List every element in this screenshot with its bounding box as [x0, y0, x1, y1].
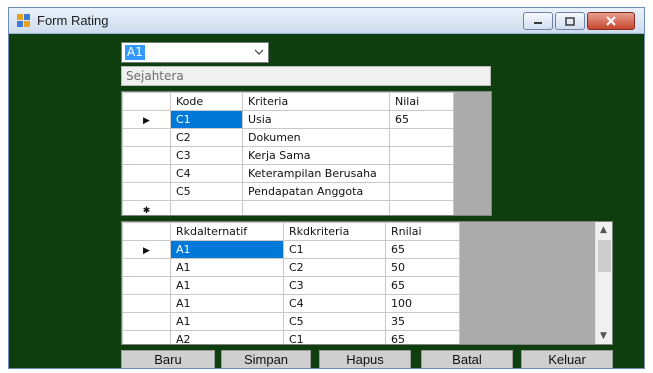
form-rating-window: Form Rating Kode Nama A1 Sejahtera Kode … — [8, 7, 645, 369]
table-cell[interactable]: 65 — [385, 240, 460, 259]
column-header-rnilai[interactable]: Rnilai — [385, 222, 460, 241]
minimize-icon — [534, 22, 542, 24]
table-cell[interactable]: Kerja Sama — [242, 146, 390, 165]
window-title: Form Rating — [37, 13, 109, 28]
table-cell[interactable] — [242, 200, 390, 215]
table-cell[interactable]: A1 — [170, 294, 284, 313]
nama-field[interactable]: Sejahtera — [121, 66, 491, 86]
column-header-kode[interactable]: Kode — [170, 92, 243, 111]
table-cell[interactable]: C5 — [170, 182, 243, 201]
table-row[interactable]: A2 C1 65 — [122, 330, 460, 344]
rating-header-row: Rkdalternatif Rkdkriteria Rnilai — [122, 222, 460, 241]
table-row[interactable]: A1 C4 100 — [122, 294, 460, 313]
table-row[interactable]: ▶ A1 C1 65 — [122, 240, 460, 259]
title-bar[interactable]: Form Rating — [9, 8, 644, 34]
close-button[interactable] — [587, 12, 635, 30]
table-cell[interactable]: Dokumen — [242, 128, 390, 147]
table-cell[interactable]: Keterampilan Berusaha — [242, 164, 390, 183]
table-cell[interactable] — [389, 200, 454, 215]
table-cell[interactable]: C3 — [283, 276, 386, 295]
row-header-corner[interactable] — [122, 222, 171, 241]
chevron-up-icon[interactable]: ▲ — [600, 225, 607, 235]
maximize-button[interactable] — [555, 12, 585, 30]
table-cell[interactable]: Pendapatan Anggota — [242, 182, 390, 201]
table-row[interactable]: C2 Dokumen — [122, 128, 454, 147]
scrollbar-thumb[interactable] — [598, 240, 611, 272]
table-cell[interactable]: C4 — [283, 294, 386, 313]
table-cell[interactable]: 65 — [385, 330, 460, 344]
table-cell[interactable]: C3 — [170, 146, 243, 165]
hapus-button[interactable]: Hapus — [319, 350, 411, 368]
keluar-button[interactable]: Keluar — [521, 350, 613, 368]
table-cell[interactable]: C1 — [170, 110, 243, 129]
table-cell[interactable] — [389, 164, 454, 183]
close-icon — [606, 16, 616, 26]
current-row-indicator[interactable]: ▶ — [122, 110, 171, 129]
table-row[interactable]: C3 Kerja Sama — [122, 146, 454, 165]
row-header[interactable] — [122, 182, 171, 201]
row-header[interactable] — [122, 258, 171, 277]
nama-label: Nama — [35, 68, 70, 83]
column-header-kriteria[interactable]: Kriteria — [242, 92, 390, 111]
table-cell[interactable] — [389, 182, 454, 201]
new-row[interactable]: ✱ — [122, 200, 454, 215]
table-cell[interactable]: 35 — [385, 312, 460, 331]
table-cell[interactable]: 100 — [385, 294, 460, 313]
chevron-down-icon[interactable]: ▼ — [600, 331, 607, 341]
table-row[interactable]: C5 Pendapatan Anggota — [122, 182, 454, 201]
table-cell[interactable]: C1 — [283, 330, 386, 344]
table-cell[interactable]: 50 — [385, 258, 460, 277]
table-cell[interactable]: A1 — [170, 276, 284, 295]
table-cell[interactable]: C5 — [283, 312, 386, 331]
column-header-rkdkriteria[interactable]: Rkdkriteria — [283, 222, 386, 241]
kode-combobox-value: A1 — [125, 45, 145, 60]
row-header[interactable] — [122, 128, 171, 147]
table-cell[interactable]: C2 — [170, 128, 243, 147]
form-icon — [17, 14, 31, 28]
table-cell[interactable]: A1 — [170, 312, 284, 331]
table-row[interactable]: A1 C5 35 — [122, 312, 460, 331]
table-cell[interactable]: 65 — [385, 276, 460, 295]
table-row[interactable]: ▶ C1 Usia 65 — [122, 110, 454, 129]
minimize-button[interactable] — [523, 12, 553, 30]
table-cell[interactable]: A1 — [170, 240, 284, 259]
batal-button[interactable]: Batal — [421, 350, 513, 368]
table-cell[interactable]: A2 — [170, 330, 284, 344]
table-cell[interactable]: Usia — [242, 110, 390, 129]
table-cell[interactable]: A1 — [170, 258, 284, 277]
chevron-down-icon[interactable] — [254, 48, 264, 56]
kriteria-grid[interactable]: Kode Kriteria Nilai ▶ C1 Usia 65 C2 Doku… — [121, 91, 492, 216]
row-header-corner[interactable] — [122, 92, 171, 111]
maximize-icon — [565, 16, 575, 26]
kriteria-table: Kode Kriteria Nilai ▶ C1 Usia 65 C2 Doku… — [122, 92, 454, 215]
simpan-button[interactable]: Simpan — [221, 350, 311, 368]
table-row[interactable]: A1 C3 65 — [122, 276, 460, 295]
new-row-icon[interactable]: ✱ — [122, 200, 171, 215]
table-cell[interactable]: C1 — [283, 240, 386, 259]
table-cell[interactable] — [389, 146, 454, 165]
table-cell[interactable]: C4 — [170, 164, 243, 183]
column-header-rkdalternatif[interactable]: Rkdalternatif — [170, 222, 284, 241]
table-row[interactable]: C4 Keterampilan Berusaha — [122, 164, 454, 183]
rating-table: Rkdalternatif Rkdkriteria Rnilai ▶ A1 C1… — [122, 222, 460, 344]
vertical-scrollbar[interactable]: ▲ ▼ — [595, 222, 612, 344]
table-cell[interactable]: 65 — [389, 110, 454, 129]
current-row-indicator[interactable]: ▶ — [122, 240, 171, 259]
row-header[interactable] — [122, 294, 171, 313]
row-header[interactable] — [122, 164, 171, 183]
kriteria-header-row: Kode Kriteria Nilai — [122, 92, 454, 111]
kode-combobox[interactable]: A1 — [121, 42, 269, 63]
row-header[interactable] — [122, 146, 171, 165]
table-cell[interactable] — [389, 128, 454, 147]
baru-button[interactable]: Baru — [121, 350, 215, 368]
column-header-nilai[interactable]: Nilai — [389, 92, 454, 111]
rating-grid[interactable]: Rkdalternatif Rkdkriteria Rnilai ▶ A1 C1… — [121, 221, 613, 345]
table-cell[interactable] — [170, 200, 243, 215]
row-header[interactable] — [122, 276, 171, 295]
row-header[interactable] — [122, 330, 171, 344]
table-row[interactable]: A1 C2 50 — [122, 258, 460, 277]
kode-label: Kode — [35, 44, 66, 59]
row-header[interactable] — [122, 312, 171, 331]
table-cell[interactable]: C2 — [283, 258, 386, 277]
